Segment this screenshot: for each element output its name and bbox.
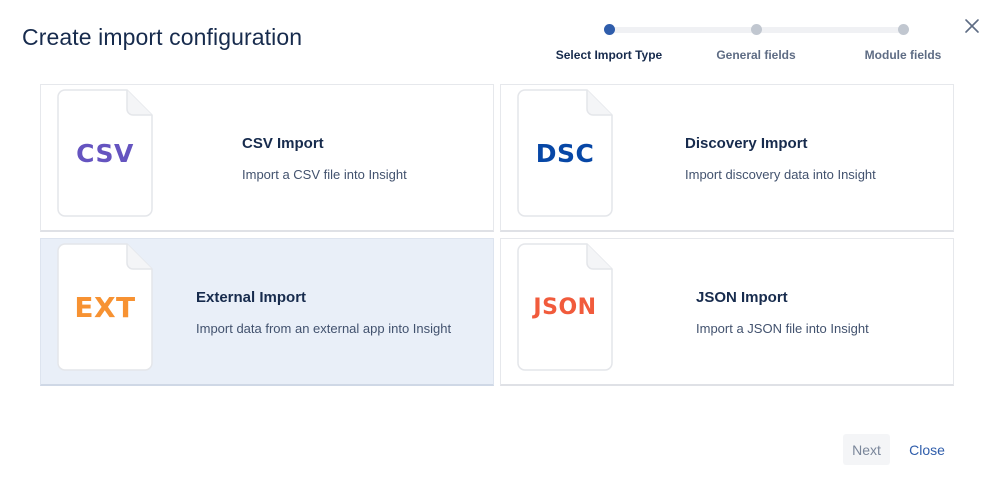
close-icon[interactable] — [962, 16, 982, 36]
import-option-json[interactable]: JSON JSON Import Import a JSON file into… — [500, 238, 954, 386]
file-icon: EXT — [57, 243, 153, 371]
import-option-discovery[interactable]: DSC Discovery Import Import discovery da… — [500, 84, 954, 232]
option-description: Import data from an external app into In… — [196, 321, 452, 336]
option-title: External Import — [196, 289, 307, 306]
close-button[interactable]: Close — [902, 434, 952, 465]
option-title: Discovery Import — [685, 135, 808, 152]
option-description: Import a CSV file into Insight — [242, 167, 407, 182]
next-button[interactable]: Next — [843, 434, 890, 465]
step-dot-general-fields — [751, 24, 762, 35]
step-label-select-type: Select Import Type — [555, 48, 663, 62]
file-icon: CSV — [57, 89, 153, 217]
json-badge: JSON — [533, 295, 597, 320]
file-icon: DSC — [517, 89, 613, 217]
step-label-module-fields: Module fields — [864, 48, 942, 62]
import-option-external[interactable]: EXT External Import Import data from an … — [40, 238, 494, 386]
progress-stepper: Select Import Type General fields Module… — [540, 20, 960, 70]
step-dot-module-fields — [898, 24, 909, 35]
step-dot-select-type — [604, 24, 615, 35]
import-option-csv[interactable]: CSV CSV Import Import a CSV file into In… — [40, 84, 494, 232]
dialog-title: Create import configuration — [22, 24, 303, 50]
option-title: JSON Import — [696, 289, 788, 306]
option-description: Import discovery data into Insight — [685, 167, 876, 182]
option-title: CSV Import — [242, 135, 324, 152]
file-icon: JSON — [517, 243, 613, 371]
csv-badge: CSV — [76, 139, 134, 168]
dsc-badge: DSC — [535, 139, 595, 168]
step-label-general-fields: General fields — [716, 48, 796, 62]
option-description: Import a JSON file into Insight — [696, 321, 869, 336]
ext-badge: EXT — [74, 291, 136, 324]
